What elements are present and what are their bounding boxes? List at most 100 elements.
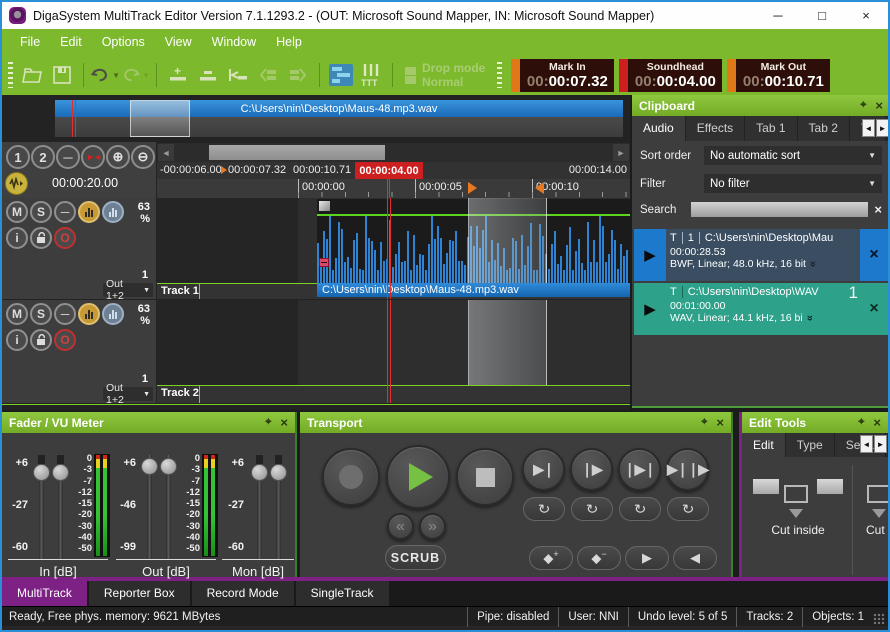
play-selection-button[interactable]: ❘▶❘	[618, 448, 661, 491]
remove-entry-button[interactable]: ×	[860, 283, 888, 335]
resize-grip[interactable]	[873, 613, 885, 625]
play-to-soundhead-button[interactable]: ▶❘	[522, 448, 565, 491]
goto-start-icon[interactable]	[223, 60, 253, 90]
mark-out-display[interactable]: Mark Out 00:00:10.71	[727, 59, 830, 92]
tab-multitrack[interactable]: MultiTrack	[2, 581, 89, 606]
mark-out-marker-icon[interactable]	[535, 182, 544, 197]
forward-button[interactable]: »	[419, 513, 446, 540]
record-arm-button[interactable]: O	[54, 227, 76, 249]
tab-edit[interactable]: Edit	[742, 433, 786, 457]
clip-handle[interactable]	[319, 201, 330, 211]
open-icon[interactable]	[17, 60, 47, 90]
pin-icon[interactable]: ⌖	[858, 416, 864, 429]
slider-thumb[interactable]	[33, 464, 50, 481]
mark-in-display[interactable]: Mark In 00:00:07.32	[511, 59, 614, 92]
clipboard-entry-2[interactable]: ▶ T C:\Users\nin\Desktop\WAV 1 00:01:00.…	[634, 283, 888, 335]
tab-scroll-right-icon[interactable]: ►	[876, 119, 889, 137]
tab-scroll-left-icon[interactable]: ◄	[862, 119, 875, 137]
pin-icon[interactable]: ⌖	[701, 416, 707, 429]
menu-view[interactable]: View	[155, 29, 202, 55]
info-button[interactable]: i	[6, 329, 28, 351]
redo-dropdown-icon[interactable]: ▼	[142, 71, 150, 80]
zoom-out-button[interactable]: ⊖	[131, 145, 155, 169]
collapse-button[interactable]: ─	[56, 145, 80, 169]
mark-in-marker-icon[interactable]	[468, 182, 477, 197]
output-select[interactable]: Out 1+2▼	[103, 283, 153, 297]
mixer-view-icon[interactable]: TTT	[356, 60, 386, 90]
scrub-button[interactable]: SCRUB	[385, 545, 446, 570]
object-right-icon[interactable]	[283, 60, 313, 90]
menu-window[interactable]: Window	[202, 29, 266, 55]
tab-singletrack[interactable]: SingleTrack	[296, 581, 391, 606]
loop-button-4[interactable]: ↻	[667, 497, 709, 521]
tab-1[interactable]: Tab 1	[745, 116, 797, 141]
entry-info[interactable]: T C:\Users\nin\Desktop\WAV 1 00:01:00.00…	[666, 283, 860, 335]
remove-marker-button[interactable]: ◆−	[577, 546, 621, 570]
filter-select[interactable]: No filter▼	[704, 174, 882, 193]
lock-button[interactable]	[30, 227, 52, 249]
drop-mode-control[interactable]: Drop mode Normal	[403, 61, 485, 89]
sort-order-select[interactable]: No automatic sort▼	[704, 146, 882, 165]
track-1-lane[interactable]: C:\Users\nin\Desktop\Maus-48.mp3.wav Tra…	[157, 198, 630, 299]
tab-reporter-box[interactable]: Reporter Box	[89, 581, 192, 606]
pin-icon[interactable]: ⌖	[860, 99, 866, 112]
envelope-display-button[interactable]	[102, 201, 124, 223]
soundhead-display[interactable]: Soundhead 00:00:04.00	[619, 59, 722, 92]
fader-slider[interactable]	[52, 455, 69, 559]
info-button[interactable]: i	[6, 227, 28, 249]
play-from-soundhead-button[interactable]: ❘▶	[570, 448, 613, 491]
slider-thumb[interactable]	[160, 458, 177, 475]
play-button[interactable]	[386, 445, 450, 509]
loop-button-3[interactable]: ↻	[619, 497, 661, 521]
lock-button[interactable]	[30, 329, 52, 351]
remove-track-icon[interactable]	[193, 60, 223, 90]
play-around-button[interactable]: ▶❘❘▶	[666, 448, 709, 491]
fader-slider[interactable]	[160, 455, 177, 559]
search-input[interactable]	[691, 202, 868, 217]
timeline-scrollbar[interactable]: ◄ ►	[157, 143, 630, 162]
fader-slider[interactable]	[33, 455, 50, 559]
output-select[interactable]: Out 1+2▼	[103, 387, 153, 401]
fader-slider[interactable]	[141, 455, 158, 559]
prev-marker-button[interactable]: ◀	[673, 546, 717, 570]
waveform-display-button[interactable]	[78, 201, 100, 223]
object-left-icon[interactable]	[253, 60, 283, 90]
fader-title-bar[interactable]: Fader / VU Meter ⌖×	[2, 412, 295, 433]
tab-record-mode[interactable]: Record Mode	[192, 581, 296, 606]
overview-visible-window[interactable]	[130, 100, 190, 137]
edit-tools-title-bar[interactable]: Edit Tools ⌖×	[742, 412, 888, 433]
menu-help[interactable]: Help	[266, 29, 312, 55]
loop-button-1[interactable]: ↻	[523, 497, 565, 521]
play-entry-button[interactable]: ▶	[634, 283, 666, 335]
solo-button[interactable]: S	[30, 201, 52, 223]
close-icon[interactable]: ×	[875, 98, 883, 113]
add-track-icon[interactable]: +	[163, 60, 193, 90]
slider-thumb[interactable]	[270, 464, 287, 481]
close-icon[interactable]: ×	[716, 415, 724, 430]
timeline-ruler[interactable]: 00:00:00 00:00:05 00:00:10	[157, 179, 630, 198]
stop-button[interactable]	[456, 448, 514, 506]
tab-type[interactable]: Type	[786, 433, 835, 457]
clipboard-title-bar[interactable]: Clipboard ⌖×	[632, 95, 890, 116]
undo-icon[interactable]: ▼	[90, 60, 120, 90]
transport-title-bar[interactable]: Transport ⌖×	[300, 412, 731, 433]
ruler-playhead[interactable]	[387, 179, 390, 198]
record-arm-button[interactable]: O	[54, 329, 76, 351]
close-icon[interactable]: ×	[873, 415, 881, 430]
envelope-display-button[interactable]	[102, 303, 124, 325]
waveform-display-button[interactable]	[78, 303, 100, 325]
zoom-selection-button[interactable]: ►◄	[81, 145, 105, 169]
tab-scroll-left-icon[interactable]: ◄	[860, 435, 873, 453]
menu-options[interactable]: Options	[92, 29, 155, 55]
clip-fade-marker[interactable]	[319, 258, 329, 267]
minimize-track-button[interactable]: ─	[54, 303, 76, 325]
minimize-button[interactable]: ─	[756, 2, 800, 29]
scrollbar-thumb[interactable]	[209, 145, 385, 160]
collapse-chevron-icon[interactable]: «	[807, 261, 819, 267]
tab-2[interactable]: Tab 2	[798, 116, 850, 141]
entry-info[interactable]: T 1 C:\Users\nin\Desktop\Mau 00:00:28.53…	[666, 229, 860, 281]
menu-file[interactable]: File	[10, 29, 50, 55]
waveform-toggle-button[interactable]	[5, 172, 28, 195]
save-icon[interactable]	[47, 60, 77, 90]
clip-title-bar[interactable]: C:\Users\nin\Desktop\Maus-48.mp3.wav	[317, 283, 630, 297]
